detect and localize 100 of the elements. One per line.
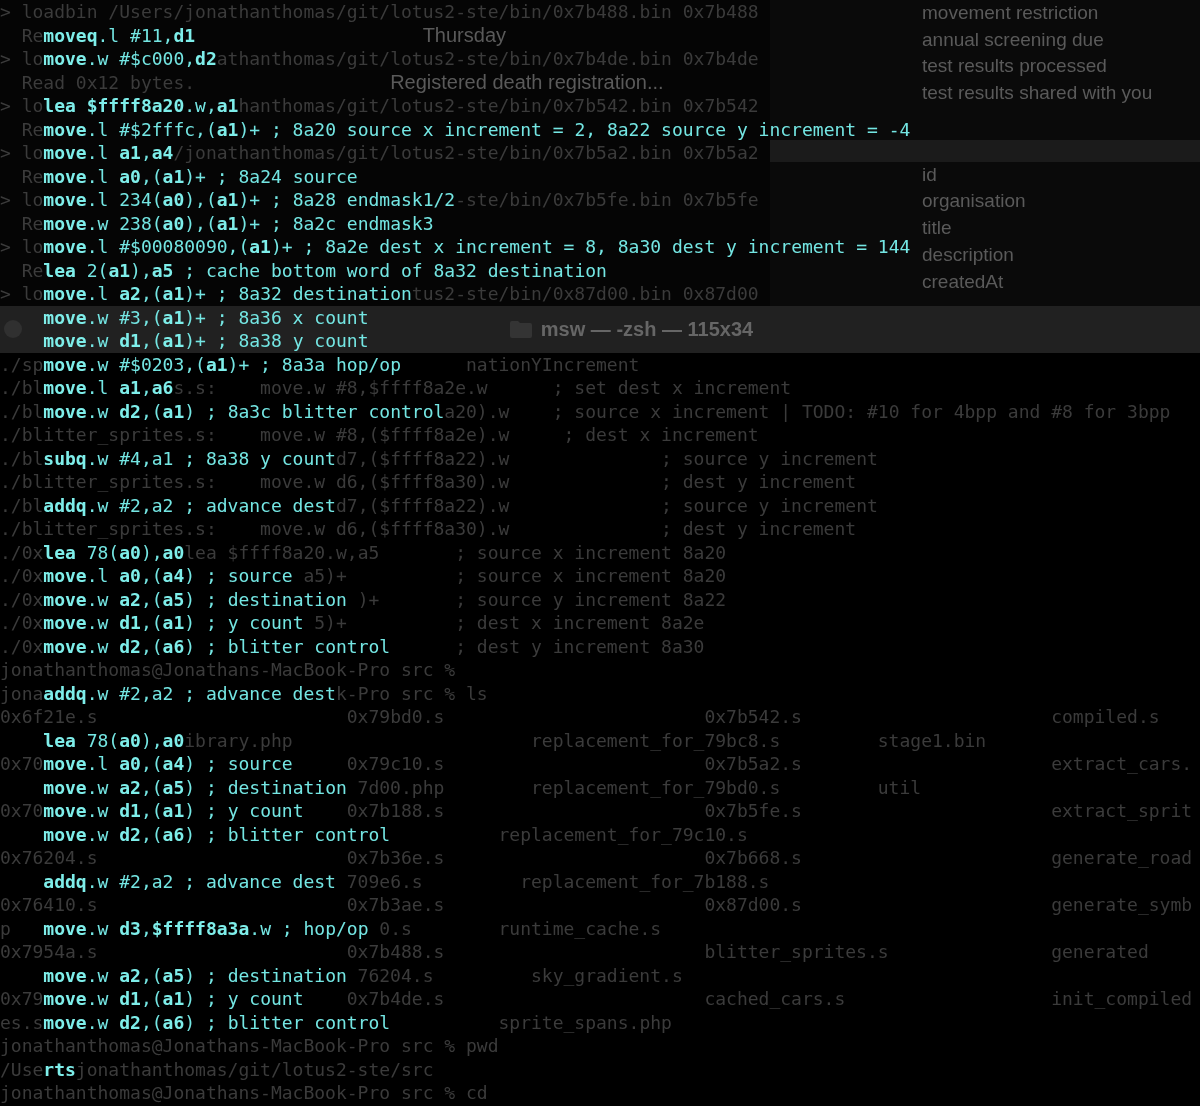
terminal-text: ./0x — [0, 565, 44, 587]
code-line: move.w d2,(a6) ; blitter control — [43, 822, 391, 846]
terminal-text: ibrary.php — [184, 729, 293, 751]
terminal-text: ./bl — [0, 400, 44, 422]
terminal-text: 0x7b188.s — [346, 800, 445, 822]
terminal-text: 0x7b4de.s — [346, 988, 445, 1010]
terminal-text: 0x7b668.s — [704, 847, 802, 869]
terminal-text: ; dest y increment 8a30 — [455, 635, 705, 657]
terminal-text: stage1.bin — [877, 729, 987, 751]
list-item: annual screening due — [922, 27, 1104, 52]
code-line: addq.w #2,a2 ; advance dest — [43, 681, 336, 705]
terminal-text: jonathanthomas/git/lotus2-ste/src — [75, 1058, 434, 1080]
code-line: move.l #$00080090,(a1)+ ; 8a2e dest x increment = 8, 8a30 dest y increment = 144 — [43, 235, 911, 259]
code-line: move.w #$c000,d2 — [43, 47, 217, 71]
terminal-text: 0x76204.s — [0, 847, 98, 869]
terminal-text: 0x87d00.s — [704, 894, 802, 916]
terminal-text: jonathanthomas@Jonathans-MacBook-Pro src % — [0, 659, 456, 681]
code-line: move.l a1,a6 — [43, 376, 174, 400]
code-line: addq.w #2,a2 ; advance dest — [43, 493, 336, 517]
code-line: move.l a0,(a4) ; source — [43, 752, 293, 776]
terminal-text: 0x7954a.s — [0, 941, 98, 963]
terminal-text: extract_cars. — [1051, 753, 1193, 775]
terminal-text: 709e6.s — [346, 870, 423, 892]
list-item: movement restriction — [922, 1, 1099, 25]
field-label: id — [922, 162, 937, 187]
list-item: test results processed — [922, 54, 1107, 79]
code-line: lea $ffff8a20.w,a1 — [43, 94, 239, 118]
terminal-text: k-Pro src % ls — [335, 682, 488, 704]
terminal-text: replacement_for_7b188.s — [520, 870, 770, 892]
code-line: move.w #$0203,(a1)+ ; 8a3a hop/op — [43, 352, 401, 376]
terminal-text: generate_road — [1051, 847, 1193, 869]
terminal-text: 0x79c10.s — [346, 753, 445, 775]
terminal-text: extract_sprit — [1051, 800, 1193, 822]
terminal-text: 0x7b5fe.s — [704, 800, 802, 822]
terminal-text: es.s — [0, 1011, 44, 1033]
terminal-text: 0.s — [379, 917, 412, 939]
terminal-text: a5)+ ; source x increment 8a20 — [303, 565, 727, 587]
terminal-text: replacement_for_79bd0.s — [531, 776, 781, 798]
code-line: lea 2(a1),a5 ; cache bottom word of 8a32 destination — [43, 258, 607, 282]
code-line: addq.w #2,a2 ; advance dest — [43, 869, 336, 893]
terminal-text: replacement_for_79c10.s — [498, 823, 748, 845]
terminal-text: ./0x — [0, 612, 44, 634]
terminal-text: 0x70 — [0, 753, 44, 775]
terminal-text: p — [0, 917, 11, 939]
terminal-text: ./blitter_sprites.s: move.w d6,($ffff8a30).w ; dest y increment — [0, 518, 857, 540]
terminal-text: jonathanthomas@Jonathans-MacBook-Pro src % cd — [0, 1082, 488, 1104]
terminal-text: init_compiled — [1051, 988, 1193, 1010]
code-line: move.w d1,(a1) ; y count — [43, 987, 304, 1011]
terminal-text: s.s: move.w #8,$ffff8a2e.w ; set dest x increment — [173, 377, 792, 399]
terminal-text: sprite_spans.php — [498, 1011, 672, 1033]
terminal-text: jona — [0, 682, 44, 704]
terminal-text: sky_gradient.s — [531, 964, 683, 986]
field-label: title — [922, 216, 952, 241]
terminal-text: ./0x — [0, 635, 44, 657]
terminal-text: 0x79bd0.s — [346, 706, 445, 728]
code-line: move.l a0,(a4) ; source — [43, 564, 293, 588]
terminal-text: d7,($ffff8a22).w ; source y increment — [335, 494, 878, 516]
terminal-text: 0x76410.s — [0, 894, 98, 916]
terminal-text: /Use — [0, 1058, 44, 1080]
terminal-text: ./bl — [0, 377, 44, 399]
terminal-text: a20).w ; source x increment | TODO: #10 for 4bpp and #8 for 3bpp — [444, 400, 1171, 422]
terminal-text: 0x79 — [0, 988, 44, 1010]
window-title: msw — -zsh — 115x34 — [540, 317, 754, 341]
code-line: move.w a2,(a5) ; destination — [43, 587, 347, 611]
code-line: lea 78(a0),a0 — [43, 540, 185, 564]
terminal-text: runtime_cache.s — [498, 917, 662, 939]
terminal-text: 0x70 — [0, 800, 44, 822]
terminal-text: 0x7b5a2.s — [704, 753, 802, 775]
code-line: moveq.l #11,d1 — [43, 23, 196, 47]
terminal-text: ./blitter_sprites.s: move.w #8,($ffff8a2e).w ; dest x increment — [0, 424, 759, 446]
code-line: move.l a0,(a1)+ ; 8a24 source — [43, 164, 358, 188]
terminal-text: 0x7b36e.s — [346, 847, 445, 869]
terminal-text: 5)+ ; dest x increment 8a2e — [314, 612, 705, 634]
terminal-text: 0x7b542.s — [704, 706, 802, 728]
page-text: Thursday — [422, 23, 506, 47]
terminal-text: )+ ; source y increment 8a22 — [357, 588, 727, 610]
terminal-text: 0x6f21e.s — [0, 706, 98, 728]
code-line: subq.w #4,a1 ; 8a38 y count — [43, 446, 336, 470]
terminal-text: d7,($ffff8a22).w ; source y increment — [335, 447, 878, 469]
code-line: move.w a2,(a5) ; destination — [43, 775, 347, 799]
terminal-text: lea $ffff8a20.w,a5 ; source x increment 8a20 — [184, 541, 727, 563]
terminal-text: generate_symb — [1051, 894, 1193, 916]
code-line: move.w d1,(a1) ; y count — [43, 611, 304, 635]
terminal-text: util — [877, 776, 922, 798]
code-line: move.w d2,(a1) ; 8a3c blitter control — [43, 399, 445, 423]
terminal-text: compiled.s — [1051, 706, 1160, 728]
terminal-text: ./0x — [0, 541, 44, 563]
code-line: move.w #3,(a1)+ ; 8a36 x count — [43, 305, 369, 329]
terminal-text: 7d00.php — [357, 776, 445, 798]
page-text: Registered death registration... — [390, 70, 664, 94]
code-line: move.w a2,(a5) ; destination — [43, 963, 347, 987]
code-line: move.w d2,(a6) ; blitter control — [43, 1010, 391, 1034]
terminal-text: ./0x — [0, 588, 44, 610]
terminal-text: 76204.s — [357, 964, 434, 986]
terminal-text: replacement_for_79bc8.s — [531, 729, 781, 751]
terminal-text: nationYIncrement — [466, 353, 640, 375]
code-line: move.l #$2fffc,(a1)+ ; 8a20 source x increment = 2, 8a22 source y increment = -4 — [43, 117, 911, 141]
code-line: move.w 238(a0),(a1)+ ; 8a2c endmask3 — [43, 211, 434, 235]
terminal-text: blitter_sprites.s — [704, 941, 889, 963]
terminal-text: generated — [1051, 941, 1149, 963]
